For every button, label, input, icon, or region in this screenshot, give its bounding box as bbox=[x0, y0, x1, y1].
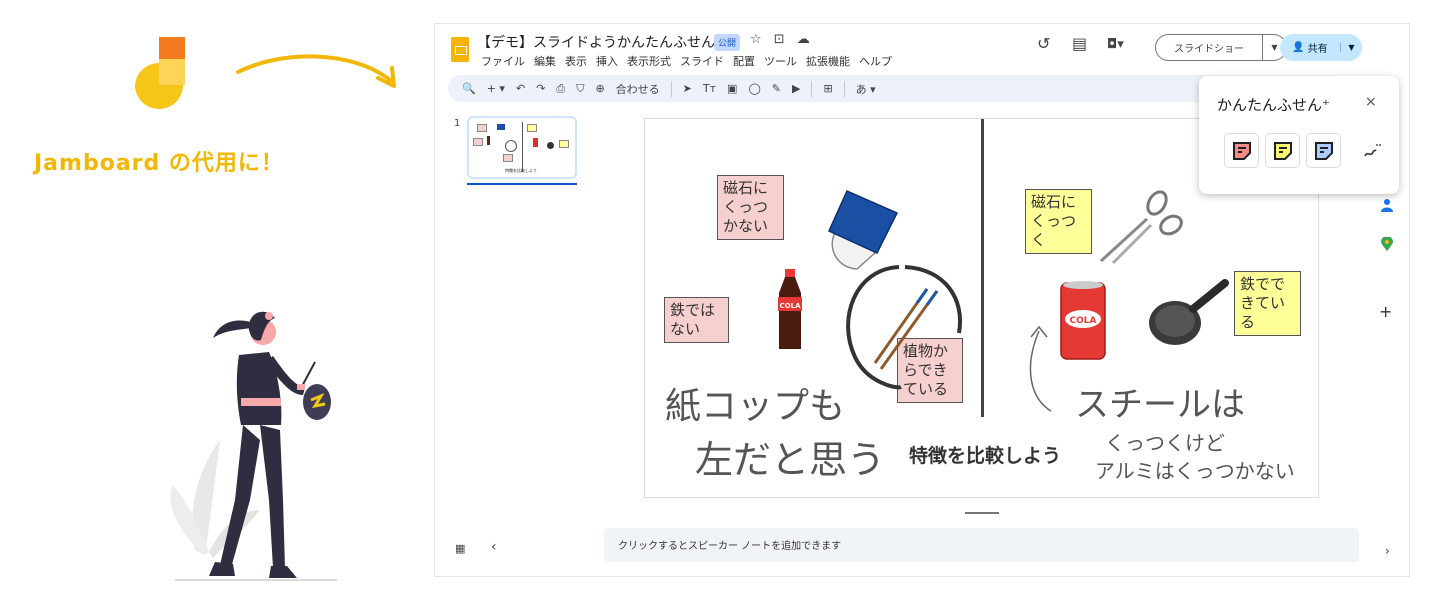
share-button[interactable]: 👤 共有 ▼ bbox=[1280, 34, 1362, 61]
handwriting-steel[interactable]: スチールは bbox=[1075, 377, 1245, 426]
chevron-right-icon[interactable]: › bbox=[1385, 544, 1390, 558]
undo-icon[interactable]: ↶ bbox=[516, 82, 525, 95]
sticky-note-icon bbox=[1273, 141, 1292, 160]
input-tools-dropdown[interactable]: あ ▾ bbox=[856, 81, 876, 97]
cola-bottle-label: COLA bbox=[780, 302, 802, 310]
add-comment-icon[interactable]: ⊞ bbox=[823, 82, 832, 95]
public-badge: 公開 bbox=[714, 34, 741, 51]
search-icon[interactable]: 🔍 bbox=[462, 82, 476, 95]
menu-arrange[interactable]: 配置 bbox=[733, 53, 755, 69]
center-divider-line bbox=[981, 119, 984, 417]
star-move-cloud-icons[interactable]: ☆ ⊡ ☁ bbox=[750, 32, 814, 47]
note-magnet-no[interactable]: 磁石に くっつ かない bbox=[717, 175, 784, 240]
sticky-note-icon bbox=[1232, 141, 1251, 160]
image-icon[interactable]: ▣ bbox=[727, 82, 737, 95]
share-label: 共有 bbox=[1307, 44, 1328, 55]
document-title[interactable]: 【デモ】スライドようかんたんふせん⁺ bbox=[477, 32, 722, 52]
chevron-down-icon[interactable]: ▼ bbox=[1340, 43, 1362, 52]
maps-icon[interactable] bbox=[1381, 237, 1393, 251]
fit-dropdown[interactable]: 合わせる bbox=[616, 81, 660, 97]
paint-format-icon[interactable]: ⛉ bbox=[576, 82, 584, 96]
menu-view[interactable]: 表示 bbox=[565, 53, 587, 69]
toolbar-separator bbox=[843, 80, 845, 97]
cola-can-label: COLA bbox=[1070, 316, 1097, 326]
text-box-icon[interactable]: Tт bbox=[703, 82, 716, 95]
google-slides-window: 【デモ】スライドようかんたんふせん⁺ 公開 ☆ ⊡ ☁ ファイル 編集 表示 挿… bbox=[434, 23, 1410, 577]
thumb-caption: 特徴を比較しよう bbox=[505, 168, 537, 173]
menu-file[interactable]: ファイル bbox=[481, 53, 525, 69]
yellow-sticky-note-button[interactable] bbox=[1265, 133, 1300, 168]
comment-icon[interactable]: ▤ bbox=[1072, 34, 1087, 53]
slide-thumbnail[interactable]: 特徴を比較しよう bbox=[467, 116, 577, 179]
notes-resize-handle[interactable] bbox=[965, 512, 999, 514]
red-sticky-note-button[interactable] bbox=[1224, 133, 1259, 168]
sticky-note-icon bbox=[1314, 141, 1333, 160]
frying-pan-illustration[interactable] bbox=[1145, 275, 1235, 351]
menu-help[interactable]: ヘルプ bbox=[859, 53, 892, 69]
kantan-fusen-addon-panel: かんたんふせん⁺ × bbox=[1199, 76, 1399, 194]
note-iron-made[interactable]: 鉄でで きてい る bbox=[1234, 271, 1301, 336]
note-iron-not[interactable]: 鉄では ない bbox=[664, 297, 729, 343]
add-addon-icon[interactable]: + bbox=[1379, 302, 1392, 321]
video-icon[interactable]: ▶ bbox=[792, 82, 800, 95]
pen-settings-icon[interactable] bbox=[1363, 142, 1381, 160]
google-slides-logo-icon[interactable] bbox=[451, 37, 469, 62]
handwriting-stick-2[interactable]: アルミはくっつかない bbox=[1095, 455, 1295, 484]
handwriting-paper-cup-1[interactable]: 紙コップも bbox=[665, 377, 845, 429]
pen-icon[interactable]: ✎ bbox=[772, 82, 781, 95]
menu-bar: ファイル 編集 表示 挿入 表示形式 スライド 配置 ツール 拡張機能 ヘルプ bbox=[481, 53, 892, 69]
close-icon[interactable]: × bbox=[1365, 94, 1377, 110]
jamboard-logo-icon bbox=[135, 37, 185, 109]
menu-tools[interactable]: ツール bbox=[764, 53, 797, 69]
person-icon: 👤 bbox=[1292, 42, 1308, 53]
chopsticks-circled-illustration[interactable] bbox=[835, 259, 971, 395]
contacts-icon[interactable] bbox=[1381, 198, 1393, 212]
addon-title: かんたんふせん⁺ bbox=[1217, 96, 1330, 114]
add-icon[interactable]: + ▾ bbox=[487, 82, 505, 95]
cola-bottle-illustration[interactable]: COLA bbox=[773, 267, 807, 353]
thumbnail-selected-indicator bbox=[467, 183, 577, 185]
cola-can-illustration[interactable]: COLA bbox=[1057, 279, 1109, 363]
menu-insert[interactable]: 挿入 bbox=[596, 53, 618, 69]
blue-sticky-note-button[interactable] bbox=[1306, 133, 1341, 168]
handwriting-paper-cup-2[interactable]: 左だと思う bbox=[695, 429, 885, 484]
menu-edit[interactable]: 編集 bbox=[534, 53, 556, 69]
print-icon[interactable]: ⎙ bbox=[556, 82, 565, 96]
redo-icon[interactable]: ↷ bbox=[536, 82, 545, 95]
scissors-illustration[interactable] bbox=[1095, 189, 1185, 269]
woman-painter-illustration bbox=[170, 311, 337, 581]
compare-title[interactable]: 特徴を比較しよう bbox=[909, 441, 1061, 468]
history-icon[interactable]: ↺ bbox=[1037, 34, 1050, 53]
toolbar-separator bbox=[670, 80, 672, 97]
grid-view-icon[interactable]: ▦ bbox=[455, 542, 465, 555]
note-magnet-yes[interactable]: 磁石に くっつ く bbox=[1025, 189, 1092, 254]
speaker-notes-field[interactable]: クリックするとスピーカー ノートを追加できます bbox=[604, 528, 1359, 562]
select-icon[interactable]: ➤ bbox=[683, 82, 692, 95]
hand-drawn-arrow-icon bbox=[1029, 325, 1052, 412]
menu-format[interactable]: 表示形式 bbox=[627, 53, 671, 69]
toolbar-separator bbox=[811, 80, 813, 97]
slide-number: 1 bbox=[454, 118, 461, 129]
curved-arrow-icon bbox=[236, 54, 396, 88]
promo-title: Jamboard の代用に！ bbox=[34, 151, 284, 176]
menu-slide[interactable]: スライド bbox=[680, 53, 724, 69]
meet-icon[interactable]: ◘▾ bbox=[1107, 37, 1124, 52]
slideshow-label: スライドショー bbox=[1174, 44, 1244, 55]
zoom-icon[interactable]: ⊕ bbox=[595, 82, 604, 95]
menu-extensions[interactable]: 拡張機能 bbox=[806, 53, 850, 69]
chevron-left-icon[interactable]: ‹ bbox=[491, 539, 497, 555]
slideshow-button[interactable]: スライドショー ▼ bbox=[1155, 34, 1287, 61]
shape-icon[interactable]: ◯ bbox=[748, 82, 760, 95]
handwriting-stick-1[interactable]: くっつくけど bbox=[1105, 427, 1225, 456]
